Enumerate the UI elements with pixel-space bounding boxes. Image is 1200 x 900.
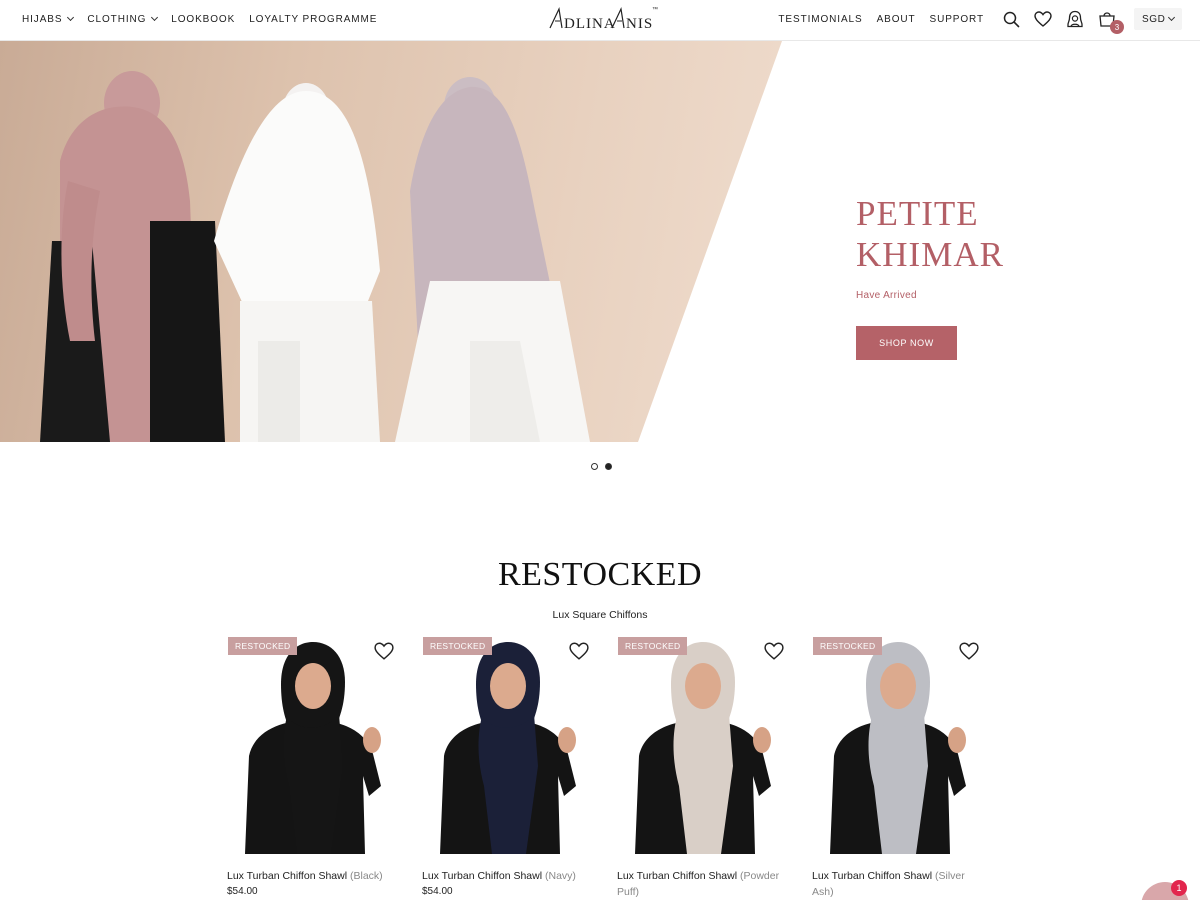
product-image[interactable]: RESTOCKED	[617, 636, 786, 854]
chat-unread-badge: 1	[1171, 880, 1187, 896]
product-title: Lux Turban Chiffon Shawl	[227, 870, 348, 882]
product-price: $54.00	[422, 886, 453, 897]
nav-support-label: SUPPORT	[929, 13, 984, 25]
section-title: RESTOCKED	[497, 556, 703, 593]
cart-count-badge: 3	[1110, 20, 1124, 34]
nav-clothing-label: CLOTHING	[87, 13, 147, 25]
cart-button[interactable]: 3	[1096, 8, 1124, 34]
heart-icon[interactable]	[569, 642, 589, 660]
product-card[interactable]: RESTOCKED Lux Turban Chiffon Shawl (Silv…	[812, 636, 981, 900]
product-variant: (Navy)	[544, 870, 576, 882]
wishlist-button[interactable]	[1032, 8, 1054, 30]
heart-icon	[1034, 11, 1052, 27]
product-model-illustration	[635, 642, 771, 854]
restocked-badge: RESTOCKED	[618, 637, 688, 655]
model-hand	[753, 727, 771, 753]
product-card[interactable]: RESTOCKED Lux Turban Chiffon Shawl (Powd…	[617, 636, 786, 900]
carousel-dots	[591, 463, 612, 470]
model-hand	[948, 727, 966, 753]
product-card[interactable]: RESTOCKED Lux Turban Chiffon Shawl (Navy…	[422, 636, 591, 900]
chevron-down-icon	[1167, 13, 1176, 22]
nav-loyalty-label: LOYALTY PROGRAMME	[249, 13, 378, 25]
nav-about[interactable]: ABOUT	[877, 14, 916, 25]
chevron-down-icon	[67, 13, 75, 22]
search-icon	[1003, 11, 1019, 27]
hero-models-illustration	[40, 71, 590, 442]
brand-logo-mark: DLINA NIS	[549, 6, 653, 32]
model-face	[295, 663, 331, 709]
nav-lookbook-label: LOOKBOOK	[171, 13, 236, 25]
product-model-illustration	[245, 642, 381, 854]
product-image[interactable]: RESTOCKED	[812, 636, 981, 854]
primary-nav: HIJABS CLOTHING LOOKBOOK LOYALTY PROGRAM…	[22, 0, 377, 38]
account-button[interactable]	[1064, 8, 1086, 30]
carousel-dot-2[interactable]	[605, 463, 612, 470]
svg-text:DLINA: DLINA	[564, 16, 616, 32]
product-name: Lux Turban Chiffon Shawl (Silver Ash)	[812, 868, 981, 900]
restocked-badge: RESTOCKED	[228, 637, 298, 655]
nav-hijabs-label: HIJABS	[22, 13, 63, 25]
nav-testimonials-label: TESTIMONIALS	[778, 13, 863, 25]
shop-now-button[interactable]: SHOP NOW	[856, 326, 957, 360]
product-price: $54.00	[227, 886, 258, 897]
heart-icon[interactable]	[959, 642, 979, 660]
nav-about-label: ABOUT	[876, 13, 916, 25]
model-hand	[363, 727, 381, 753]
model-face	[685, 663, 721, 709]
currency-selector[interactable]: SGD	[1134, 8, 1182, 30]
product-grid: RESTOCKED Lux Turban Chiffon Shawl (Blac…	[227, 636, 981, 900]
hero-title: PETITE KHIMAR	[856, 194, 1004, 274]
product-name: Lux Turban Chiffon Shawl (Navy)	[422, 868, 591, 884]
nav-loyalty-programme[interactable]: LOYALTY PROGRAMME	[249, 14, 377, 25]
hero-image[interactable]	[0, 41, 782, 442]
nav-clothing[interactable]: CLOTHING	[87, 13, 159, 25]
product-title: Lux Turban Chiffon Shawl	[422, 870, 543, 882]
model-face	[490, 663, 526, 709]
hero-banner: PETITE KHIMAR Have Arrived SHOP NOW	[0, 41, 1200, 442]
currency-value: SGD	[1142, 13, 1166, 25]
product-title: Lux Turban Chiffon Shawl	[812, 870, 933, 882]
account-icon	[1067, 10, 1083, 28]
section-subtitle: Lux Square Chiffons	[552, 609, 648, 621]
restocked-badge: RESTOCKED	[813, 637, 883, 655]
model-hand	[558, 727, 576, 753]
svg-text:NIS: NIS	[626, 16, 653, 32]
secondary-nav: TESTIMONIALS ABOUT SUPPORT 3 SGD	[778, 0, 1182, 38]
product-model-illustration	[440, 642, 576, 854]
chevron-down-icon	[151, 13, 159, 22]
carousel-dot-1[interactable]	[591, 463, 598, 470]
product-model-illustration	[830, 642, 966, 854]
nav-hijabs[interactable]: HIJABS	[22, 13, 75, 25]
product-name: Lux Turban Chiffon Shawl (Black)	[227, 868, 396, 884]
nav-lookbook[interactable]: LOOKBOOK	[171, 14, 235, 25]
product-name: Lux Turban Chiffon Shawl (Powder Puff)	[617, 868, 786, 900]
search-button[interactable]	[1000, 8, 1022, 30]
heart-icon[interactable]	[374, 642, 394, 660]
model-face	[880, 663, 916, 709]
product-variant: (Black)	[349, 870, 383, 882]
product-title: Lux Turban Chiffon Shawl	[617, 870, 738, 882]
hero-subtitle: Have Arrived	[856, 290, 917, 301]
nav-testimonials[interactable]: TESTIMONIALS	[778, 14, 862, 25]
logo-trademark: ™	[652, 7, 658, 13]
product-image[interactable]: RESTOCKED	[227, 636, 396, 854]
product-image[interactable]: RESTOCKED	[422, 636, 591, 854]
heart-icon[interactable]	[764, 642, 784, 660]
nav-support[interactable]: SUPPORT	[930, 14, 984, 25]
brand-logo[interactable]: DLINA NIS ™	[548, 4, 660, 34]
restocked-badge: RESTOCKED	[423, 637, 493, 655]
site-header: HIJABS CLOTHING LOOKBOOK LOYALTY PROGRAM…	[0, 0, 1200, 41]
product-card[interactable]: RESTOCKED Lux Turban Chiffon Shawl (Blac…	[227, 636, 396, 900]
